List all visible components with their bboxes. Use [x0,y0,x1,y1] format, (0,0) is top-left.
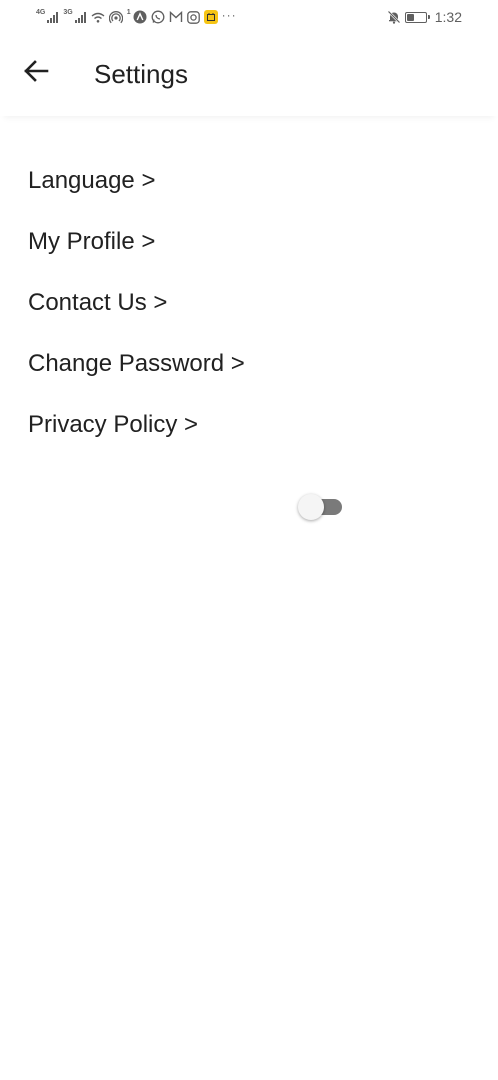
toggle-thumb [298,494,324,520]
arrow-left-icon [23,59,49,87]
mute-icon [387,10,401,24]
settings-list: Language > My Profile > Contact Us > Cha… [28,150,468,455]
notification-badge: 1 [126,8,131,16]
network-type-label: 4G [36,8,46,16]
signal-icon [74,11,87,23]
status-bar-right: 1:32 [387,9,462,25]
instagram-icon [186,10,200,24]
settings-item-contact-us[interactable]: Contact Us > [28,272,468,333]
status-bar: 4G 3G 1 ··· 1:32 [0,0,498,34]
app-icon [133,10,147,24]
settings-item-language[interactable]: Language > [28,150,468,211]
back-button[interactable] [20,57,52,89]
network-type-label-2: 3G [63,8,73,16]
status-bar-left: 4G 3G 1 ··· [36,8,237,24]
app-bar: Settings [0,34,498,116]
wifi-icon [91,12,105,23]
signal-icon [47,11,59,23]
battery-icon [404,11,430,23]
hotspot-icon [108,10,123,24]
app-yellow-icon [203,10,218,24]
more-notifications-icon: ··· [221,8,237,22]
settings-item-change-password[interactable]: Change Password > [28,333,468,394]
settings-item-my-profile[interactable]: My Profile > [28,211,468,272]
toggle-switch[interactable] [298,492,344,522]
gmail-icon [169,11,183,23]
battery-level [406,13,415,21]
page-title: Settings [94,59,188,89]
settings-item-privacy-policy[interactable]: Privacy Policy > [28,394,468,455]
whatsapp-icon [151,10,165,24]
status-time: 1:32 [434,9,462,25]
